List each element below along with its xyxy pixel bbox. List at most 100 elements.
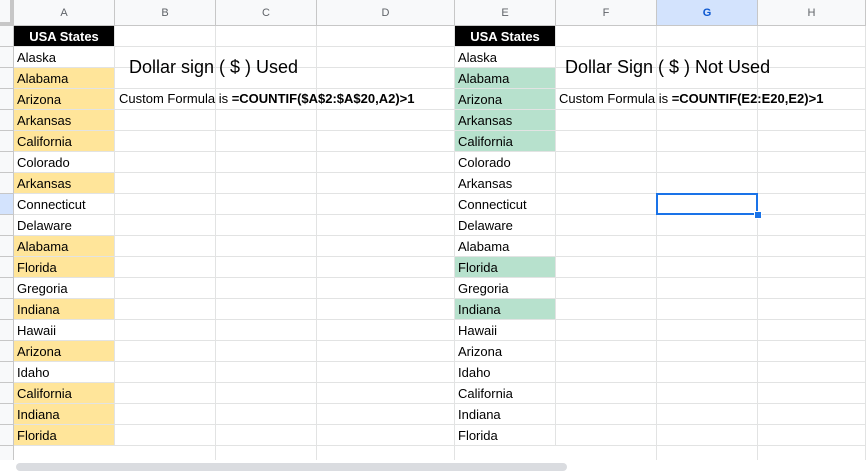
empty-cell[interactable] [115,173,216,194]
empty-cell[interactable] [317,425,455,446]
empty-cell[interactable] [317,341,455,362]
empty-cell[interactable] [657,404,758,425]
state-cell[interactable]: Indiana [455,404,556,425]
row-header[interactable] [0,320,14,341]
state-cell[interactable]: Colorado [455,152,556,173]
empty-cell[interactable] [216,26,317,47]
state-cell[interactable]: Alaska [14,47,115,68]
state-cell[interactable]: Indiana [14,404,115,425]
empty-cell[interactable] [216,110,317,131]
empty-cell[interactable] [216,362,317,383]
empty-cell[interactable] [216,341,317,362]
row-header[interactable] [0,257,14,278]
empty-cell[interactable] [758,131,866,152]
empty-cell[interactable] [556,152,657,173]
empty-cell[interactable] [758,47,866,68]
empty-cell[interactable] [115,362,216,383]
state-cell[interactable]: California [455,131,556,152]
row-header[interactable] [0,299,14,320]
empty-cell[interactable] [758,404,866,425]
state-cell[interactable]: Arizona [14,89,115,110]
state-cell[interactable]: California [14,383,115,404]
empty-cell[interactable] [317,194,455,215]
empty-cell[interactable] [317,47,455,68]
empty-cell[interactable] [216,257,317,278]
empty-cell[interactable] [758,194,866,215]
empty-cell[interactable] [115,341,216,362]
empty-cell[interactable] [657,341,758,362]
empty-cell[interactable] [657,215,758,236]
column-e-header-cell[interactable]: USA States [455,26,556,47]
empty-cell[interactable] [317,236,455,257]
empty-cell[interactable] [758,362,866,383]
row-header[interactable] [0,425,14,446]
empty-cell[interactable] [657,152,758,173]
empty-cell[interactable] [115,425,216,446]
column-header-d[interactable]: D [317,0,455,26]
empty-cell[interactable] [657,173,758,194]
state-cell[interactable]: Alabama [14,68,115,89]
empty-cell[interactable] [657,278,758,299]
state-cell[interactable]: Indiana [455,299,556,320]
empty-cell[interactable] [216,299,317,320]
row-header[interactable] [0,194,14,215]
empty-cell[interactable] [216,425,317,446]
column-header-c[interactable]: C [216,0,317,26]
empty-cell[interactable] [317,152,455,173]
empty-cell[interactable] [556,194,657,215]
empty-cell[interactable] [556,320,657,341]
empty-cell[interactable] [317,215,455,236]
empty-cell[interactable] [317,131,455,152]
row-header[interactable] [0,110,14,131]
column-header-b[interactable]: B [115,0,216,26]
empty-cell[interactable] [758,26,866,47]
empty-cell[interactable] [317,257,455,278]
row-header[interactable] [0,383,14,404]
row-header[interactable] [0,236,14,257]
empty-cell[interactable] [216,131,317,152]
empty-cell[interactable] [115,236,216,257]
empty-cell[interactable] [317,68,455,89]
empty-cell[interactable] [758,110,866,131]
row-header[interactable] [0,173,14,194]
row-header[interactable] [0,47,14,68]
empty-cell[interactable] [216,404,317,425]
empty-cell[interactable] [556,131,657,152]
state-cell[interactable]: California [455,383,556,404]
state-cell[interactable]: Idaho [455,362,556,383]
column-header-e[interactable]: E [455,0,556,26]
empty-cell[interactable] [556,404,657,425]
empty-cell[interactable] [115,215,216,236]
state-cell[interactable]: Arkansas [14,110,115,131]
empty-cell[interactable] [657,320,758,341]
row-header[interactable] [0,404,14,425]
state-cell[interactable]: Arkansas [455,110,556,131]
empty-cell[interactable] [115,404,216,425]
state-cell[interactable]: Florida [14,257,115,278]
state-cell[interactable]: Indiana [14,299,115,320]
empty-cell[interactable] [556,110,657,131]
row-header[interactable] [0,341,14,362]
active-cell-selection[interactable] [656,193,758,215]
empty-cell[interactable] [758,215,866,236]
empty-cell[interactable] [317,173,455,194]
empty-cell[interactable] [657,257,758,278]
state-cell[interactable]: Arizona [14,341,115,362]
empty-cell[interactable] [317,404,455,425]
state-cell[interactable]: Florida [455,425,556,446]
state-cell[interactable]: Alabama [455,236,556,257]
empty-cell[interactable] [556,26,657,47]
fill-handle[interactable] [754,211,762,219]
column-header-g[interactable]: G [657,0,758,26]
empty-cell[interactable] [556,278,657,299]
empty-cell[interactable] [556,299,657,320]
spreadsheet-grid[interactable]: ABCDEFGH USA States Alaska Alabama Arizona A… [0,0,866,472]
state-cell[interactable]: Florida [14,425,115,446]
state-cell[interactable]: Delaware [455,215,556,236]
empty-cell[interactable] [556,257,657,278]
empty-cell[interactable] [115,152,216,173]
empty-cell[interactable] [115,194,216,215]
column-header-f[interactable]: F [556,0,657,26]
state-cell[interactable]: Florida [455,257,556,278]
state-cell[interactable]: Connecticut [455,194,556,215]
